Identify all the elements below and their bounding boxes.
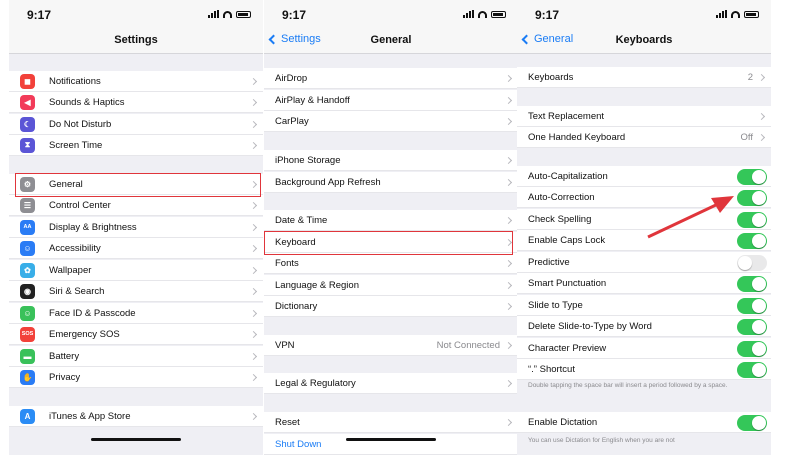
annotation-arrow: [647, 196, 734, 239]
